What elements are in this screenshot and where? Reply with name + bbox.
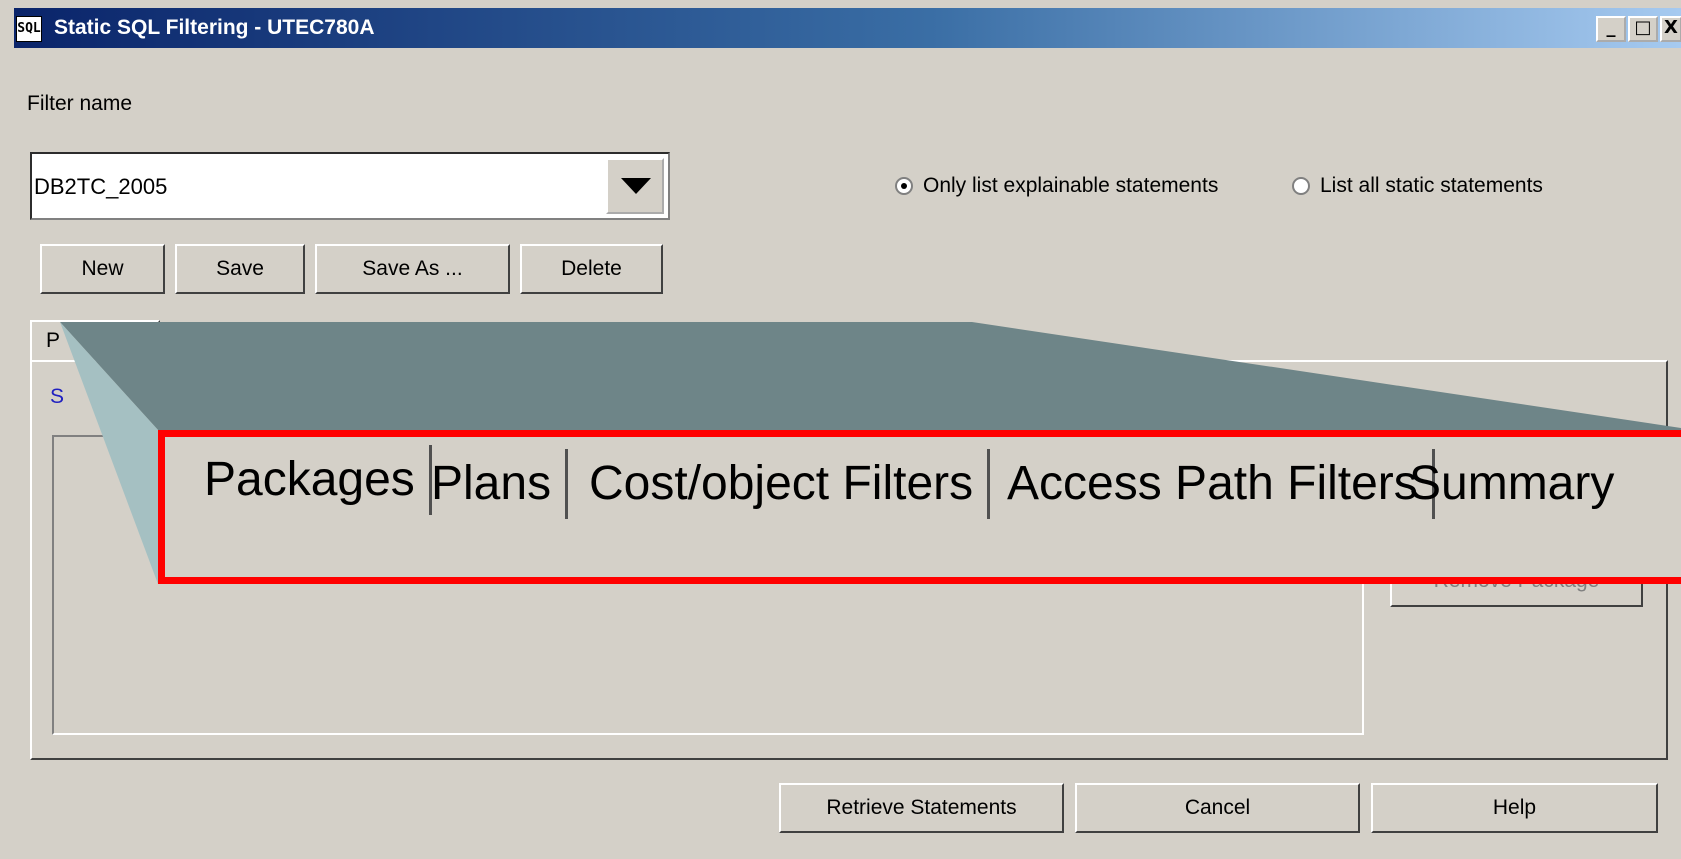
save-button[interactable]: Save — [175, 244, 305, 294]
zoom-tab-access-path-filters[interactable]: Access Path Filters — [993, 449, 1435, 519]
retrieve-statements-button[interactable]: Retrieve Statements — [779, 783, 1064, 833]
all-static-label: List all static statements — [1320, 174, 1543, 197]
save-as-button[interactable]: Save As ... — [315, 244, 510, 294]
new-button[interactable]: New — [40, 244, 165, 294]
filter-name-value: DB2TC_2005 — [34, 174, 168, 199]
chevron-down-icon — [621, 178, 651, 194]
dropdown-button[interactable] — [606, 158, 664, 214]
zoom-tab-packages[interactable]: Packages — [190, 445, 432, 515]
cancel-button[interactable]: Cancel — [1075, 783, 1360, 833]
window-title: Static SQL Filtering - UTEC780A — [54, 16, 375, 39]
radio-unchecked-icon — [1292, 177, 1310, 195]
tab-packages-label: P — [46, 329, 61, 352]
radio-checked-icon — [895, 177, 913, 195]
filter-name-combobox[interactable]: DB2TC_2005 — [30, 152, 670, 220]
explainable-only-radio[interactable]: Only list explainable statements — [895, 174, 1218, 198]
zoom-tab-cost-object-filters[interactable]: Cost/object Filters — [575, 449, 991, 519]
zoomed-tab-strip: Packages Plans Cost/object Filters Acces… — [158, 430, 1681, 584]
explainable-only-label: Only list explainable statements — [923, 174, 1219, 197]
select-link[interactable]: S — [50, 385, 64, 409]
zoom-tab-summary[interactable]: Summary — [1395, 449, 1628, 519]
app-icon: SQL — [16, 16, 42, 42]
delete-button[interactable]: Delete — [520, 244, 663, 294]
filter-name-label: Filter name — [27, 92, 133, 115]
maximize-button[interactable]: □ — [1628, 16, 1658, 42]
tab-packages[interactable]: P — [30, 320, 160, 362]
zoom-tab-plans[interactable]: Plans — [417, 449, 569, 519]
help-button[interactable]: Help — [1371, 783, 1658, 833]
title-bar: SQL Static SQL Filtering - UTEC780A _ □ … — [14, 8, 1681, 48]
close-button[interactable]: X — [1660, 16, 1681, 42]
minimize-button[interactable]: _ — [1596, 16, 1626, 42]
all-static-radio[interactable]: List all static statements — [1292, 174, 1543, 198]
